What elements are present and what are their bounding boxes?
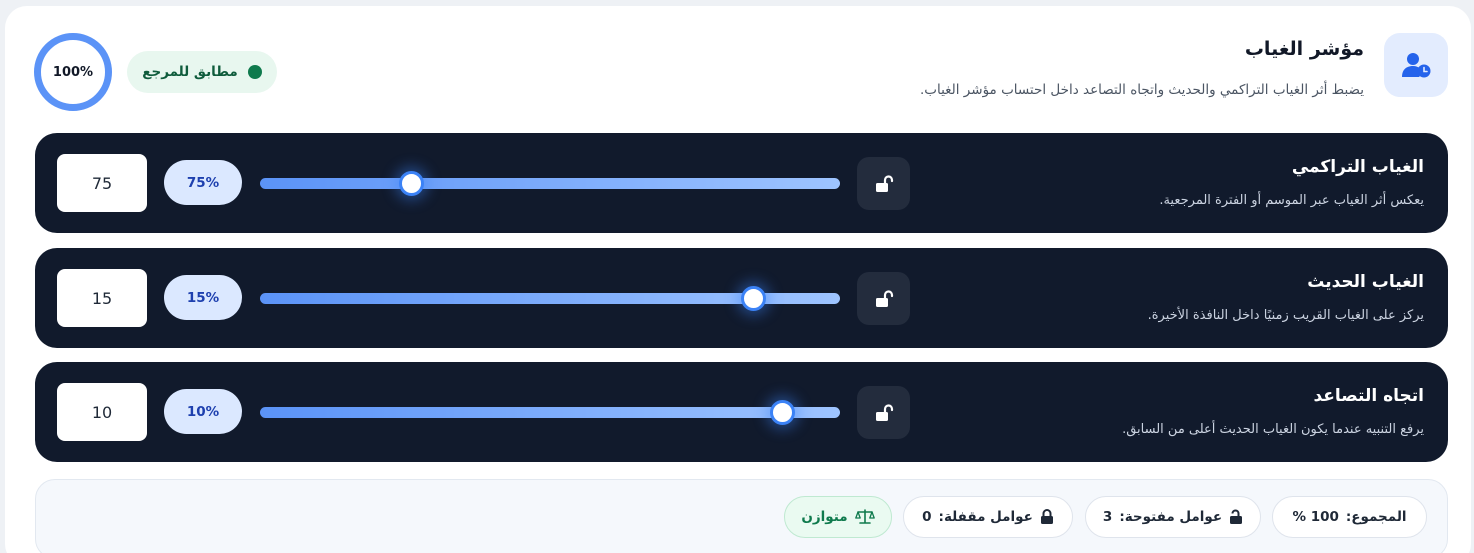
percent-badge: 10% [164,389,242,434]
factor-row-cumulative: الغياب التراكمي يعكس أثر الغياب عبر المو… [35,133,1448,233]
total-chip: المجموع: 100 % [1272,496,1427,538]
slider-thumb[interactable] [741,286,766,311]
open-factors-chip: عوامل مفتوحة: 3 [1085,496,1261,538]
balance-label: متوازن [801,509,848,525]
slider-thumb[interactable] [770,400,795,425]
open-factors-value: 3 [1102,509,1113,525]
weight-input[interactable] [57,383,147,441]
total-value: 100 % [1292,509,1339,525]
factor-row-escalation: اتجاه التصاعد يرفع التنبيه عندما يكون ال… [35,362,1448,462]
factor-description: يعكس أثر الغياب عبر الموسم أو الفترة الم… [1159,193,1424,208]
weight-input[interactable] [57,269,147,327]
total-label: المجموع: [1345,509,1407,525]
lock-toggle-button[interactable] [857,386,910,439]
slider-thumb[interactable] [398,171,424,196]
page-title: مؤشر الغياب [1244,38,1364,60]
factor-description: يرفع التنبيه عندما يكون الغياب الحديث أع… [1122,422,1424,437]
weight-slider[interactable] [260,400,840,425]
unlock-icon [875,174,893,192]
page-subtitle: يضبط أثر الغياب التراكمي والحديث واتجاه … [919,82,1364,98]
locked-factors-label: عوامل مقفلة: [938,509,1033,525]
weight-slider[interactable] [260,171,840,196]
factor-description: يركز على الغياب القريب زمنيًا داخل الناف… [1147,308,1424,323]
weight-input[interactable] [57,154,147,212]
total-ring-label: 100% [52,64,94,80]
locked-factors-value: 0 [922,509,932,525]
factor-row-recent: الغياب الحديث يركز على الغياب القريب زمن… [35,248,1448,348]
balance-badge: متوازن [784,496,892,538]
unlock-icon [875,289,893,307]
user-clock-icon [1384,33,1448,97]
lock-icon [1040,509,1053,524]
unlock-icon [875,403,893,421]
locked-factors-chip: عوامل مقفلة: 0 [903,496,1073,538]
factor-title: الغياب الحديث [1307,272,1424,292]
factor-title: اتجاه التصاعد [1313,386,1424,406]
scale-balance-icon [854,509,875,524]
percent-badge: 75% [164,160,242,205]
factor-title: الغياب التراكمي [1291,157,1424,177]
unlock-icon [1230,509,1243,524]
summary-bar: المجموع: 100 % عوامل مفتوحة: 3 عوامل مقف… [35,479,1448,553]
lock-toggle-button[interactable] [857,272,910,325]
status-dot-icon [247,65,262,79]
status-badge: مطابق للمرجع [127,51,277,93]
open-factors-label: عوامل مفتوحة: [1119,509,1223,525]
weight-slider[interactable] [260,286,840,311]
total-progress-ring: 100% [34,33,112,111]
lock-toggle-button[interactable] [857,157,910,210]
status-label: مطابق للمرجع [142,64,238,80]
percent-badge: 15% [164,275,242,320]
